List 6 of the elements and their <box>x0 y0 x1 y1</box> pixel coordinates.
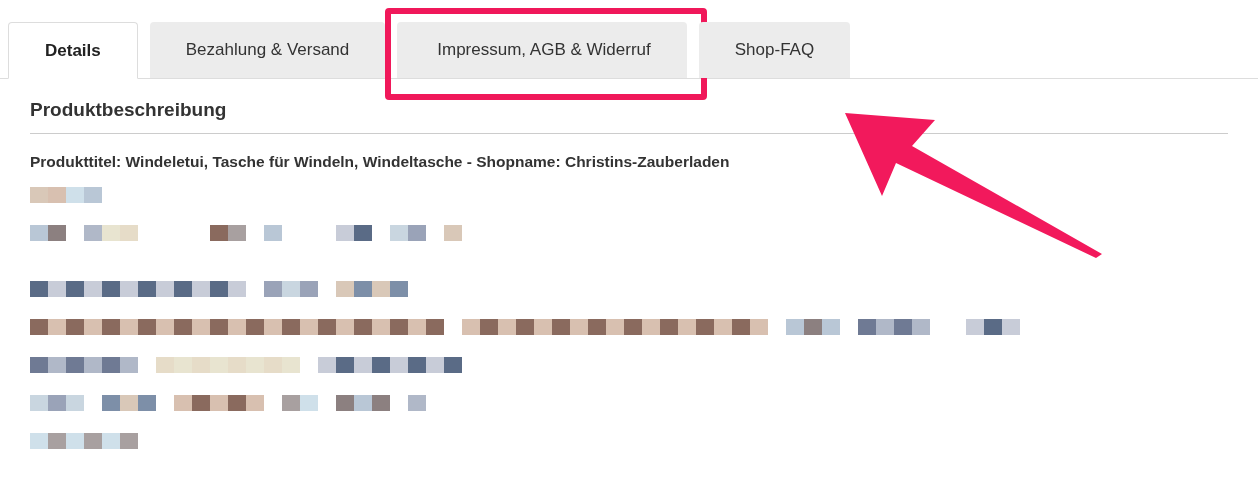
tab[interactable]: Impressum, AGB & Widerruf <box>397 22 687 78</box>
tab[interactable]: Shop-FAQ <box>698 22 851 78</box>
tab[interactable]: Details <box>8 22 138 79</box>
tab[interactable]: Bezahlung & Versand <box>149 22 386 78</box>
product-title: Produkttitel: Windeletui, Tasche für Windeln, Windeltasche - Shopname: Christins-Zauberladen <box>30 151 731 172</box>
pixelated-text-drawing <box>30 186 102 203</box>
